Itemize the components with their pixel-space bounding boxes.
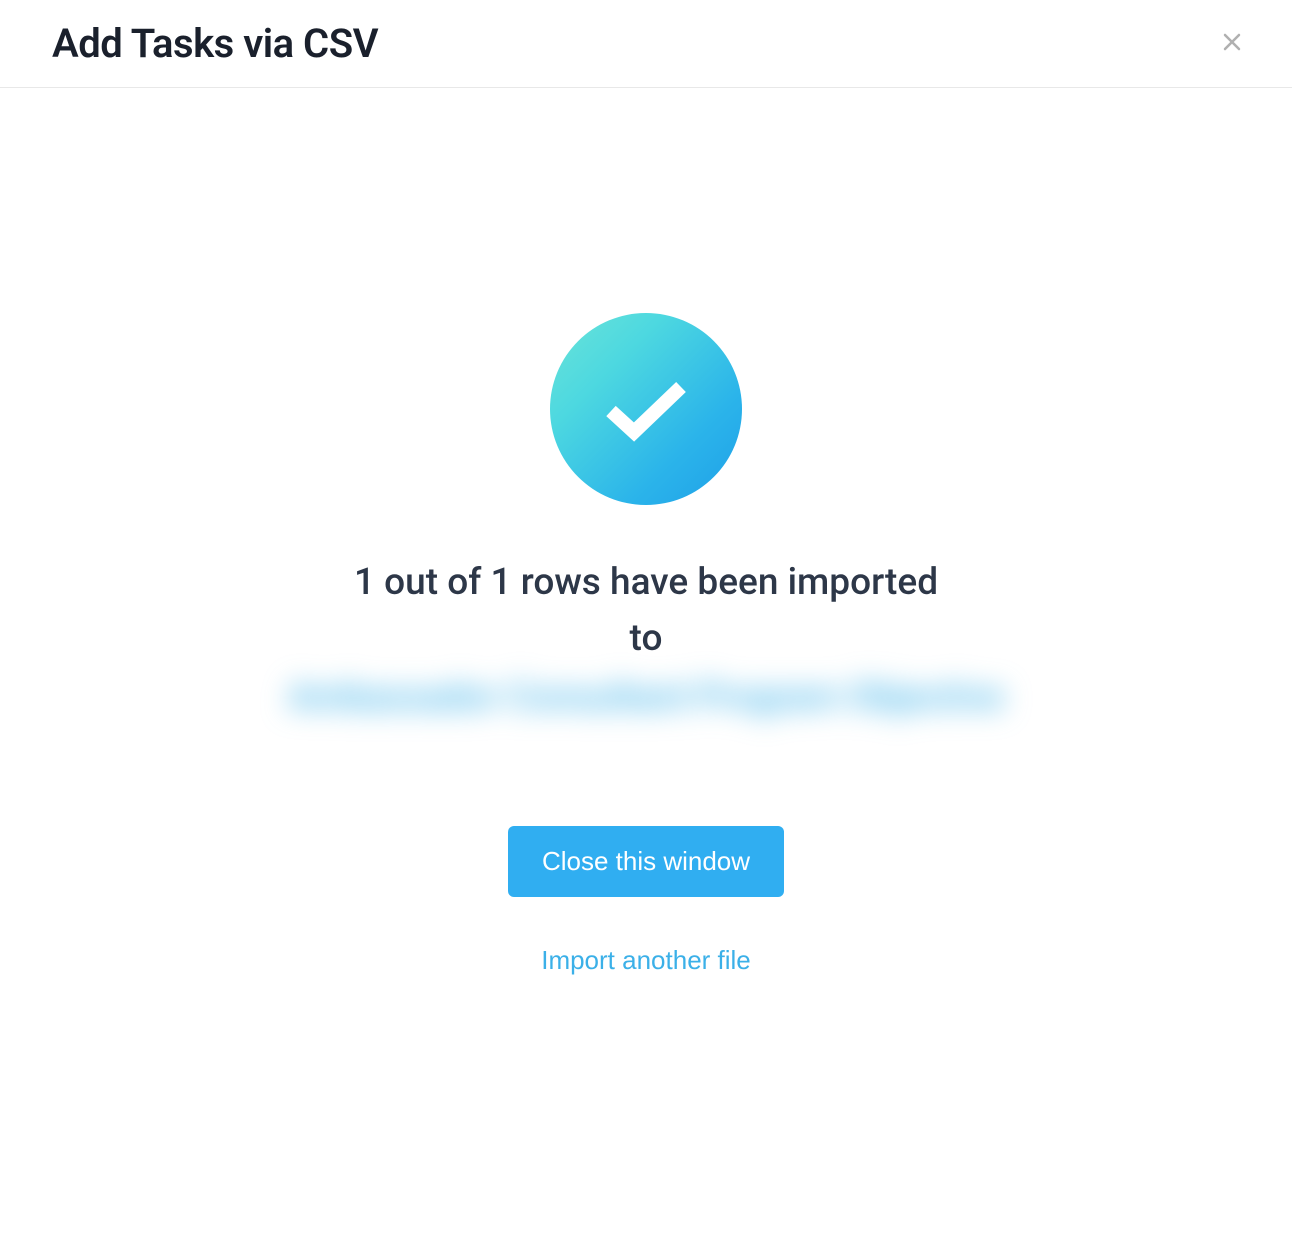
import-another-link[interactable]: Import another file xyxy=(541,945,751,976)
success-icon xyxy=(550,313,742,505)
import-status-message: 1 out of 1 rows have been imported to xyxy=(346,555,946,666)
modal-title: Add Tasks via CSV xyxy=(52,20,378,67)
close-button[interactable] xyxy=(1212,22,1252,65)
import-destination-link[interactable]: Ambassador Consultant Program Objective xyxy=(289,670,1004,726)
modal-body: 1 out of 1 rows have been imported to Am… xyxy=(0,88,1292,976)
close-window-button[interactable]: Close this window xyxy=(508,826,784,897)
modal-header: Add Tasks via CSV xyxy=(0,0,1292,88)
close-icon xyxy=(1220,30,1244,57)
